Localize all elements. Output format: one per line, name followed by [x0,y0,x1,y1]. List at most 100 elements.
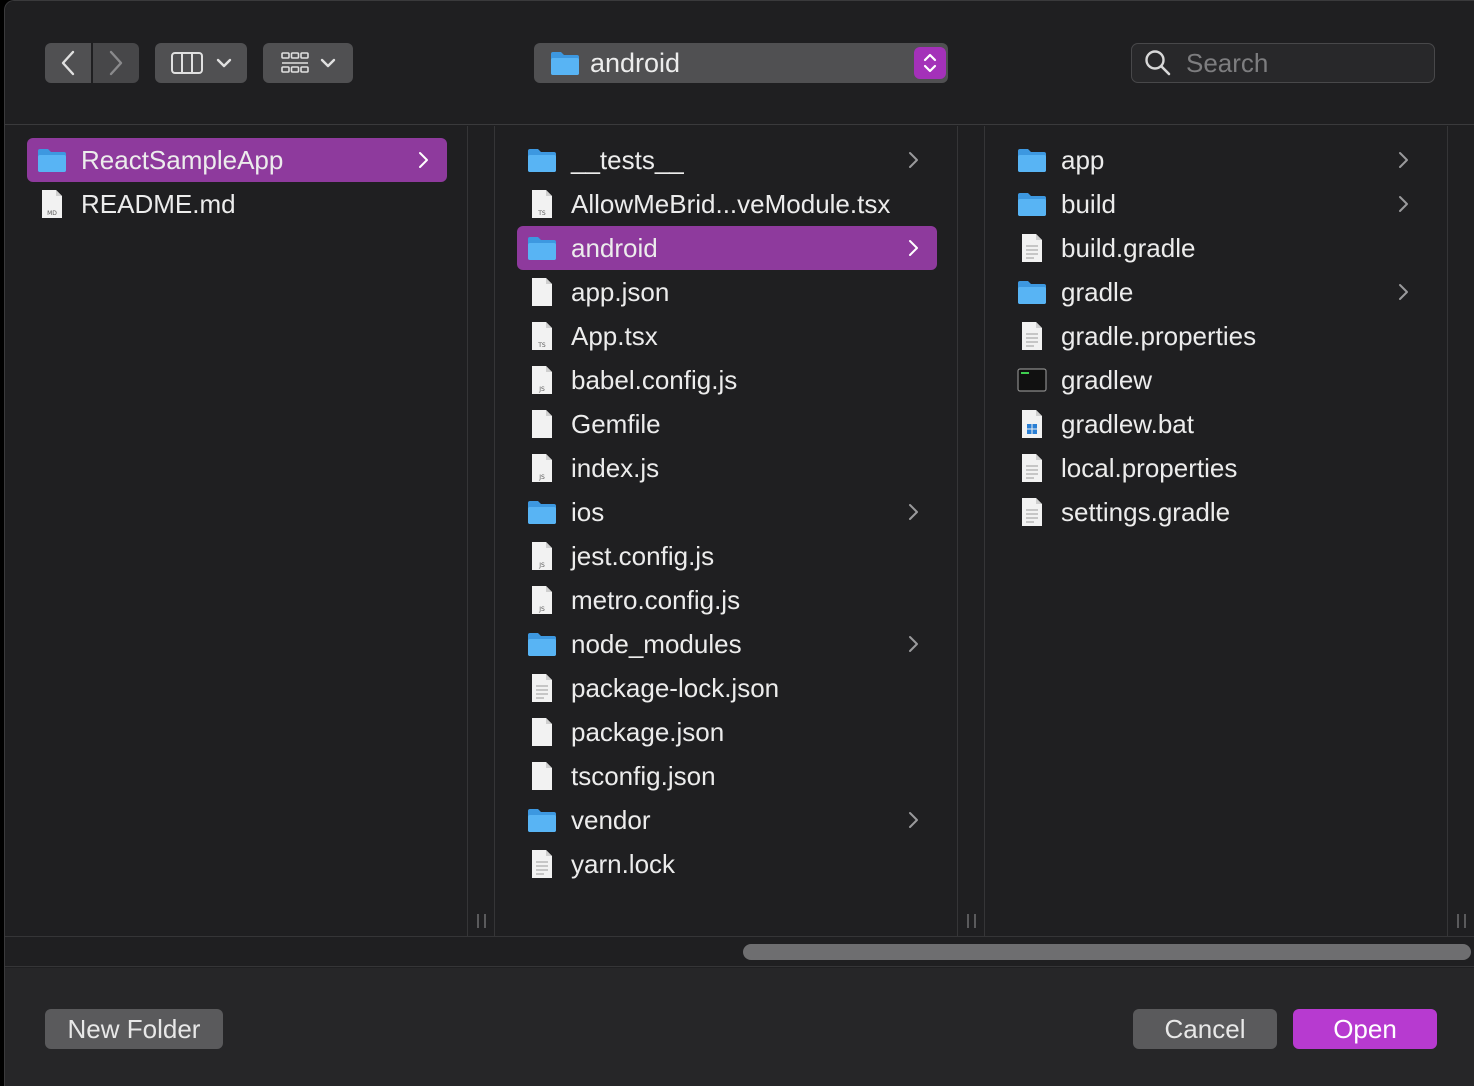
group-view-button[interactable] [263,43,353,83]
file-row[interactable]: gradlew.bat [1007,402,1427,446]
file-row[interactable]: MD README.md [27,182,447,226]
file-row[interactable]: JS babel.config.js [517,358,937,402]
file-row[interactable]: build.gradle [1007,226,1427,270]
document-icon [527,761,557,791]
file-row[interactable]: gradlew [1007,358,1427,402]
open-button[interactable]: Open [1293,1009,1437,1049]
chevron-down-icon [216,58,232,68]
horizontal-scrollbar[interactable] [5,936,1474,967]
resize-grip[interactable] [967,914,976,928]
folder-row[interactable]: node_modules [517,622,937,666]
file-row[interactable]: TS AllowMeBrid...veModule.tsx [517,182,937,226]
column-browser: ReactSampleApp MD README.md __tests__ TS All… [5,126,1474,936]
item-label: app [1061,144,1105,175]
text-document-icon [527,849,557,879]
chevron-down-icon [320,58,336,68]
item-label: metro.config.js [571,584,741,615]
search-input[interactable] [1186,47,1416,79]
text-document-icon [1017,233,1047,263]
svg-text:JS: JS [538,606,545,613]
item-label: app.json [571,276,670,307]
popup-stepper[interactable] [914,47,946,79]
document-icon [527,409,557,439]
search-field[interactable] [1131,43,1435,83]
location-popup[interactable]: android [534,43,948,83]
folder-icon [527,145,557,175]
text-document-icon [527,673,557,703]
toolbar: android [5,1,1474,125]
item-label: local.properties [1061,452,1238,483]
svg-text:JS: JS [538,386,545,393]
svg-text:JS: JS [538,474,545,481]
folder-row[interactable]: gradle [1007,270,1427,314]
svg-text:TS: TS [537,342,546,349]
item-label: package.json [571,716,725,747]
file-row[interactable]: Gemfile [517,402,937,446]
folder-row[interactable]: app [1007,138,1427,182]
file-row[interactable]: gradle.properties [1007,314,1427,358]
file-row[interactable]: yarn.lock [517,842,937,886]
item-label: build.gradle [1061,232,1196,263]
file-row[interactable]: local.properties [1007,446,1427,490]
chevron-right-icon [907,503,919,526]
item-label: vendor [571,804,651,835]
item-label: ios [571,496,605,527]
folder-icon [527,805,557,835]
folder-icon [527,629,557,659]
file-row[interactable]: TS App.tsx [517,314,937,358]
chevron-right-icon [907,811,919,834]
resize-grip[interactable] [477,914,486,928]
chevron-left-icon [61,50,75,76]
folder-icon [1017,189,1047,219]
new-folder-button[interactable]: New Folder [45,1009,223,1049]
item-label: Gemfile [571,408,661,439]
folder-row[interactable]: __tests__ [517,138,937,182]
file-row[interactable]: app.json [517,270,937,314]
file-row[interactable]: package.json [517,710,937,754]
file-row[interactable]: JS jest.config.js [517,534,937,578]
markdown-file-icon: MD [37,189,67,219]
file-row[interactable]: JS metro.config.js [517,578,937,622]
folder-icon [37,145,67,175]
file-row[interactable]: settings.gradle [1007,490,1427,534]
document-icon [527,277,557,307]
js-file-icon: JS [527,365,557,395]
folder-icon [1017,277,1047,307]
folder-icon [527,497,557,527]
folder-row[interactable]: build [1007,182,1427,226]
cancel-button[interactable]: Cancel [1133,1009,1277,1049]
folder-row[interactable]: android [517,226,937,270]
svg-text:TS: TS [537,210,546,217]
scrollbar-thumb[interactable] [743,944,1471,960]
item-label: package-lock.json [571,672,780,703]
dialog-footer: New Folder Cancel Open [5,968,1474,1086]
column-divider[interactable] [1447,126,1474,936]
item-label: jest.config.js [571,540,715,571]
svg-text:JS: JS [538,562,545,569]
column-view-button[interactable] [155,43,247,83]
file-row[interactable]: JS index.js [517,446,937,490]
columns-icon [171,52,203,74]
back-button[interactable] [45,43,91,83]
item-label: AllowMeBrid...veModule.tsx [571,188,891,219]
text-document-icon [1017,497,1047,527]
folder-icon [527,233,557,263]
chevron-right-icon [1397,283,1409,306]
terminal-exec-icon [1017,365,1047,395]
column-divider[interactable] [957,126,985,936]
folder-row[interactable]: vendor [517,798,937,842]
chevron-right-icon [109,50,123,76]
location-label: android [590,47,681,78]
file-row[interactable]: package-lock.json [517,666,937,710]
forward-button[interactable] [93,43,139,83]
folder-row[interactable]: ios [517,490,937,534]
search-icon [1145,50,1171,76]
folder-row[interactable]: ReactSampleApp [27,138,447,182]
item-label: gradle.properties [1061,320,1257,351]
item-label: gradle [1061,276,1134,307]
resize-grip[interactable] [1457,914,1466,928]
windows-file-icon [1017,409,1047,439]
column-3: app build build.gradle gradle gradle.propert… [985,126,1447,936]
file-row[interactable]: tsconfig.json [517,754,937,798]
column-divider[interactable] [467,126,495,936]
